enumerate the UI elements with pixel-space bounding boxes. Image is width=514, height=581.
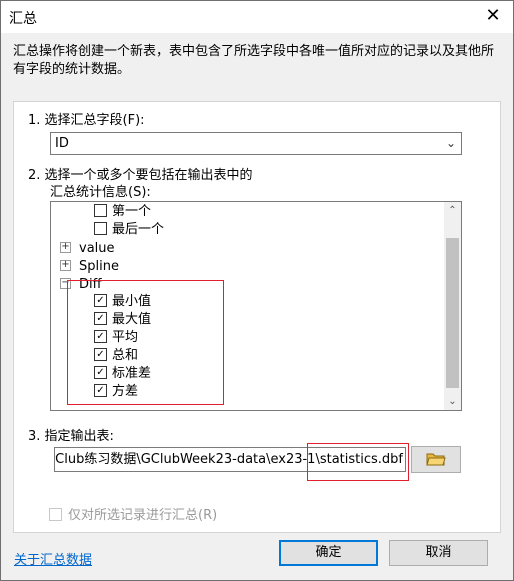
tree-scrollbar[interactable]: ⌃ ⌄	[444, 202, 461, 410]
close-icon[interactable]: ✕	[481, 4, 505, 28]
scroll-up-icon[interactable]: ⌃	[444, 202, 461, 219]
step3-label: 3. 指定输出表:	[28, 429, 114, 444]
summarize-dialog: 汇总 ✕ 汇总操作将创建一个新表，表中包含了所选字段中各唯一值所对应的记录以及其…	[0, 0, 514, 581]
expand-plus-icon[interactable]: +	[60, 242, 71, 253]
scroll-thumb[interactable]	[446, 238, 459, 388]
scroll-down-icon[interactable]: ⌄	[444, 393, 461, 410]
summary-field-dropdown[interactable]: ID ⌄	[50, 132, 462, 155]
tree-node-value[interactable]: + value	[60, 240, 115, 258]
expand-plus-icon[interactable]: +	[60, 260, 71, 271]
open-folder-icon	[426, 453, 446, 466]
title-bar: 汇总 ✕	[1, 1, 513, 33]
tree-node-spline[interactable]: + Spline	[60, 258, 119, 276]
summary-field-value: ID	[55, 136, 69, 151]
dialog-title: 汇总	[9, 11, 37, 27]
tree-item-first[interactable]: 第一个	[94, 203, 151, 221]
browse-button[interactable]	[411, 446, 461, 473]
diff-highlight-box	[67, 280, 224, 405]
filename-highlight-box	[307, 443, 409, 481]
step2-label-line2: 汇总统计信息(S):	[50, 185, 151, 200]
step1-label: 1. 选择汇总字段(F):	[28, 113, 145, 128]
ok-button[interactable]: 确定	[279, 540, 378, 566]
last-checkbox[interactable]	[94, 222, 107, 235]
about-summarize-link[interactable]: 关于汇总数据	[14, 549, 92, 568]
chevron-down-icon[interactable]: ⌄	[446, 133, 456, 154]
cancel-button[interactable]: 取消	[389, 540, 488, 566]
dialog-description: 汇总操作将创建一个新表，表中包含了所选字段中各唯一值所对应的记录以及其他所有字段…	[13, 44, 495, 77]
first-checkbox[interactable]	[94, 204, 107, 217]
tree-item-last[interactable]: 最后一个	[94, 221, 164, 239]
selected-records-checkbox	[49, 508, 62, 521]
selected-records-option: 仅对所选记录进行汇总(R)	[49, 504, 217, 523]
